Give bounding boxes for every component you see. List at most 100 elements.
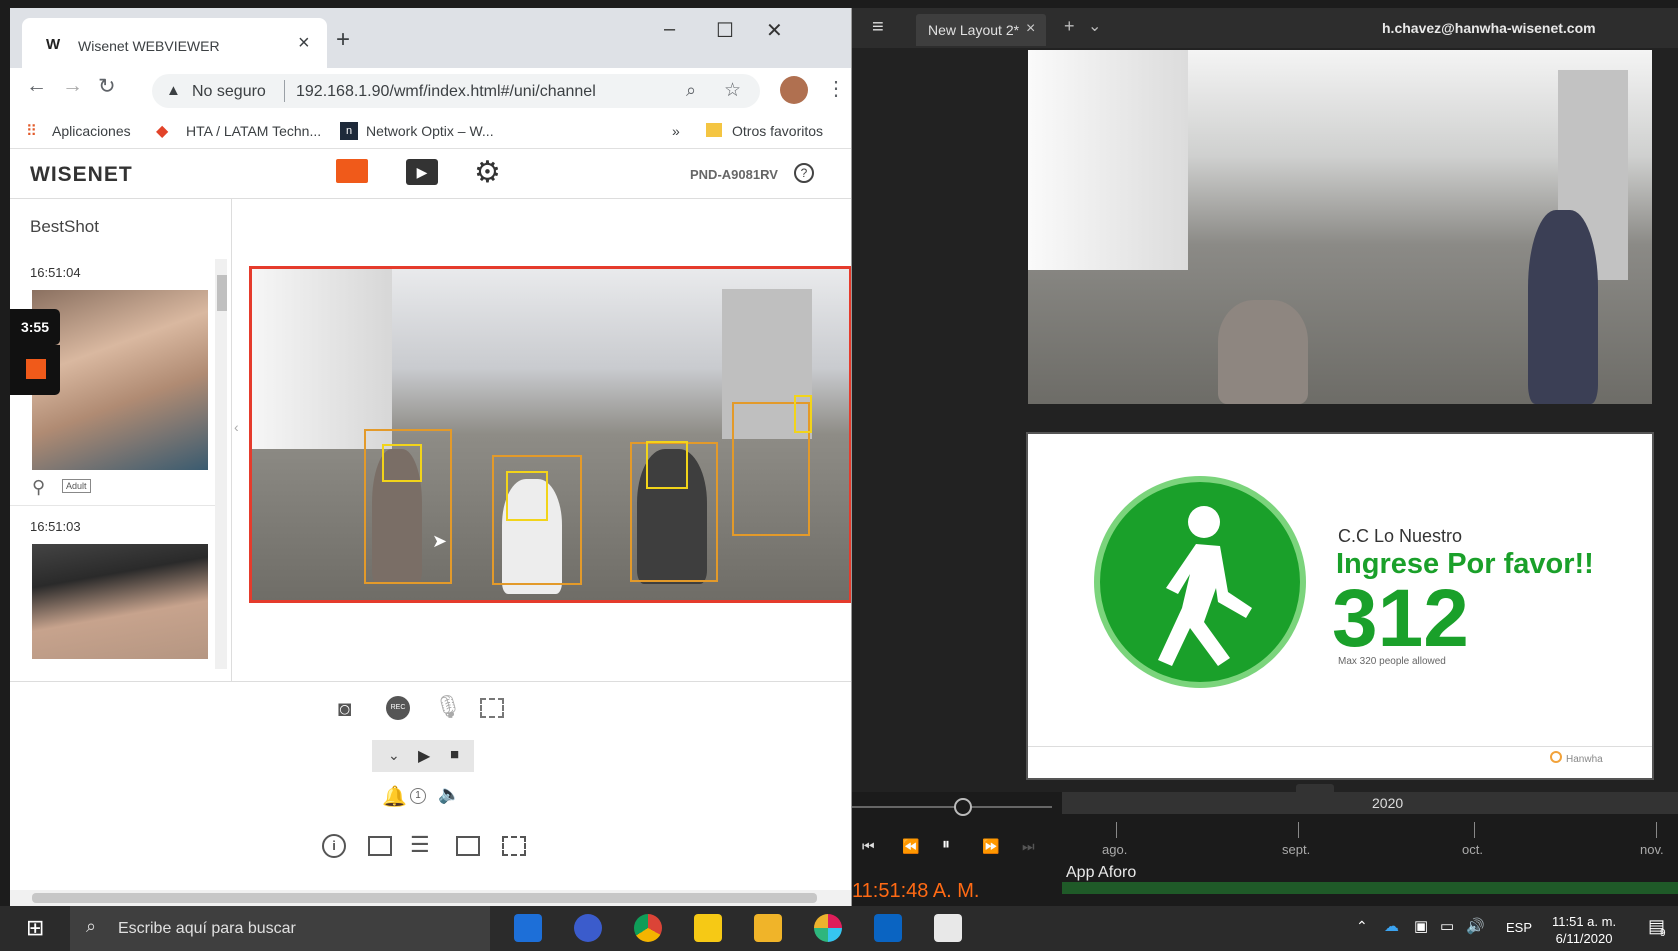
layout-tab[interactable]: New Layout 2* × xyxy=(916,14,1046,46)
horizontal-scroll-thumb[interactable] xyxy=(32,893,817,903)
occupancy-counter-tile[interactable]: C.C Lo Nuestro Ingrese Por favor!! 312 M… xyxy=(1026,432,1654,780)
outlook-icon[interactable] xyxy=(874,914,902,942)
face-bounding-box xyxy=(794,395,812,433)
onedrive-icon[interactable]: ☁ xyxy=(1384,917,1399,935)
volume-slider-handle[interactable] xyxy=(954,798,972,816)
live-video-view[interactable]: ➤ xyxy=(249,266,851,603)
reload-icon[interactable]: ↻ xyxy=(98,74,116,99)
camera-model: PND-A9081RV xyxy=(690,167,778,182)
close-layout-icon[interactable]: × xyxy=(1026,20,1035,38)
brand-label: Hanwha xyxy=(1566,754,1603,765)
bookmark-apps[interactable]: Aplicaciones xyxy=(52,123,131,139)
mic-muted-icon[interactable]: 🎙 xyxy=(434,694,462,720)
windows-start-icon[interactable]: ⊞ xyxy=(26,915,44,941)
aspect-ratio-icon[interactable] xyxy=(368,836,392,856)
skip-forward-icon[interactable]: ⏭ xyxy=(1022,838,1035,855)
language-indicator[interactable]: ESP xyxy=(1506,920,1532,935)
back-icon[interactable]: ← xyxy=(26,74,47,98)
zoom-icon[interactable]: ⌕ xyxy=(686,80,696,101)
volume-slider-track[interactable] xyxy=(852,806,1052,808)
profile-avatar[interactable] xyxy=(780,76,808,104)
minimize-icon[interactable]: – xyxy=(664,18,675,41)
timeline-panel: ⏮ ⏪ ⏸ ⏩ ⏭ 11:51:48 A. M. 2020 ago. sept.… xyxy=(852,784,1678,906)
info-icon[interactable]: i xyxy=(322,834,346,858)
search-icon: ⌕ xyxy=(86,916,97,936)
divider xyxy=(284,80,285,102)
sticky-notes-icon[interactable] xyxy=(694,914,722,942)
pause-icon[interactable]: ⏸ xyxy=(942,836,950,854)
new-tab-button[interactable]: + xyxy=(336,26,350,54)
clock[interactable]: 11:51 a. m. 6/11/2020 xyxy=(1552,913,1616,947)
main-menu-icon[interactable]: ≡ xyxy=(872,16,884,39)
meet-now-icon[interactable]: ▣ xyxy=(1414,917,1428,935)
timeline-tick xyxy=(1656,822,1657,838)
forward-icon[interactable]: → xyxy=(62,74,83,98)
menu-kebab-icon[interactable]: ⋮ xyxy=(826,76,846,101)
stop-recording-button[interactable] xyxy=(10,345,60,395)
divider xyxy=(10,505,215,506)
fullscreen-icon[interactable] xyxy=(502,836,526,856)
bookmarks-bar: ⠿ Aplicaciones ◆ HTA / LATAM Techn... n … xyxy=(10,113,851,149)
max-capacity-note: Max 320 people allowed xyxy=(1338,656,1446,667)
taskbar-search[interactable]: ⌕ Escribe aquí para buscar xyxy=(70,906,490,951)
logged-in-user[interactable]: h.chavez@hanwha-wisenet.com xyxy=(1382,20,1596,36)
wall xyxy=(252,269,392,449)
maximize-icon[interactable]: ☐ xyxy=(716,18,734,43)
layouts-dropdown-icon[interactable]: ⌄ xyxy=(1088,16,1101,36)
alarm-bell-icon[interactable]: 🔔 xyxy=(382,784,407,809)
timeline-month: oct. xyxy=(1462,842,1483,857)
help-icon[interactable]: ? xyxy=(794,163,814,183)
rewind-icon[interactable]: ⏪ xyxy=(902,838,919,855)
timeline-month: nov. xyxy=(1640,842,1664,857)
live-monitor-icon[interactable] xyxy=(336,159,368,183)
area-select-icon[interactable] xyxy=(480,698,504,718)
bestshot-face-thumbnail[interactable] xyxy=(32,544,208,659)
file-explorer-icon[interactable] xyxy=(754,914,782,942)
settings-gear-icon[interactable]: ⚙ xyxy=(474,155,501,190)
close-tab-icon[interactable]: × xyxy=(298,32,310,55)
fast-forward-icon[interactable]: ⏩ xyxy=(982,838,999,855)
sidebar-scrollbar[interactable] xyxy=(215,259,227,669)
network-icon[interactable]: ▭ xyxy=(1440,917,1454,935)
tab-strip: W Wisenet WEBVIEWER × + – ☐ ✕ xyxy=(10,8,851,68)
other-bookmarks[interactable]: Otros favoritos xyxy=(732,123,823,139)
play-icon[interactable]: ▶ xyxy=(418,746,430,766)
address-bar[interactable]: ▲ No seguro 192.168.1.90/wmf/index.html#… xyxy=(152,74,760,108)
collapse-chevron-icon[interactable]: ‹ xyxy=(234,419,239,435)
timeline-collapse-handle[interactable] xyxy=(1296,784,1334,796)
add-layout-icon[interactable]: + xyxy=(1064,16,1075,37)
recorded-footage-bar[interactable] xyxy=(1062,882,1678,894)
sidebar-scroll-thumb[interactable] xyxy=(217,275,227,311)
sidebar-title: BestShot xyxy=(30,217,99,236)
bookmark-star-icon[interactable]: ☆ xyxy=(724,79,741,102)
walking-person-sign xyxy=(1094,476,1306,688)
settings-app-icon[interactable] xyxy=(574,914,602,942)
walking-person-icon xyxy=(1158,506,1252,666)
person xyxy=(1218,300,1308,404)
internet-explorer-icon[interactable] xyxy=(514,914,542,942)
tray-chevron-icon[interactable]: ⌃ xyxy=(1356,918,1368,935)
speed-dropdown-chevron-icon[interactable]: ⌄ xyxy=(388,747,400,764)
speaker-icon[interactable]: 🔈 xyxy=(438,784,460,805)
playback-icon[interactable]: ▶ xyxy=(406,159,438,185)
chrome-icon[interactable] xyxy=(634,914,662,942)
alarm-count-badge: 1 xyxy=(410,788,426,804)
nx-camera-tile[interactable] xyxy=(1028,50,1652,404)
face-bounding-box xyxy=(382,444,422,482)
nx-title-bar: ≡ New Layout 2* × + ⌄ h.chavez@hanwha-wi… xyxy=(852,8,1678,48)
browser-tab[interactable]: W Wisenet WEBVIEWER × xyxy=(22,18,327,68)
bookmark-hta[interactable]: HTA / LATAM Techn... xyxy=(186,123,321,139)
record-icon[interactable]: REC xyxy=(386,696,410,720)
bookmarks-overflow-button[interactable]: » xyxy=(672,123,680,139)
volume-icon[interactable]: 🔊 xyxy=(1466,917,1485,935)
bookmark-network-optix[interactable]: Network Optix – W... xyxy=(366,123,494,139)
wisenet-app-icon[interactable] xyxy=(934,914,962,942)
skip-back-icon[interactable]: ⏮ xyxy=(862,838,875,855)
close-window-icon[interactable]: ✕ xyxy=(766,18,783,43)
adjust-sliders-icon[interactable]: ☰ xyxy=(410,832,430,858)
stop-icon[interactable]: ■ xyxy=(450,746,459,763)
snapshot-camera-icon[interactable]: ◙ xyxy=(338,696,351,722)
slack-icon[interactable] xyxy=(814,914,842,942)
wisenet-favicon-icon: W xyxy=(46,36,61,53)
fit-icon[interactable] xyxy=(456,836,480,856)
